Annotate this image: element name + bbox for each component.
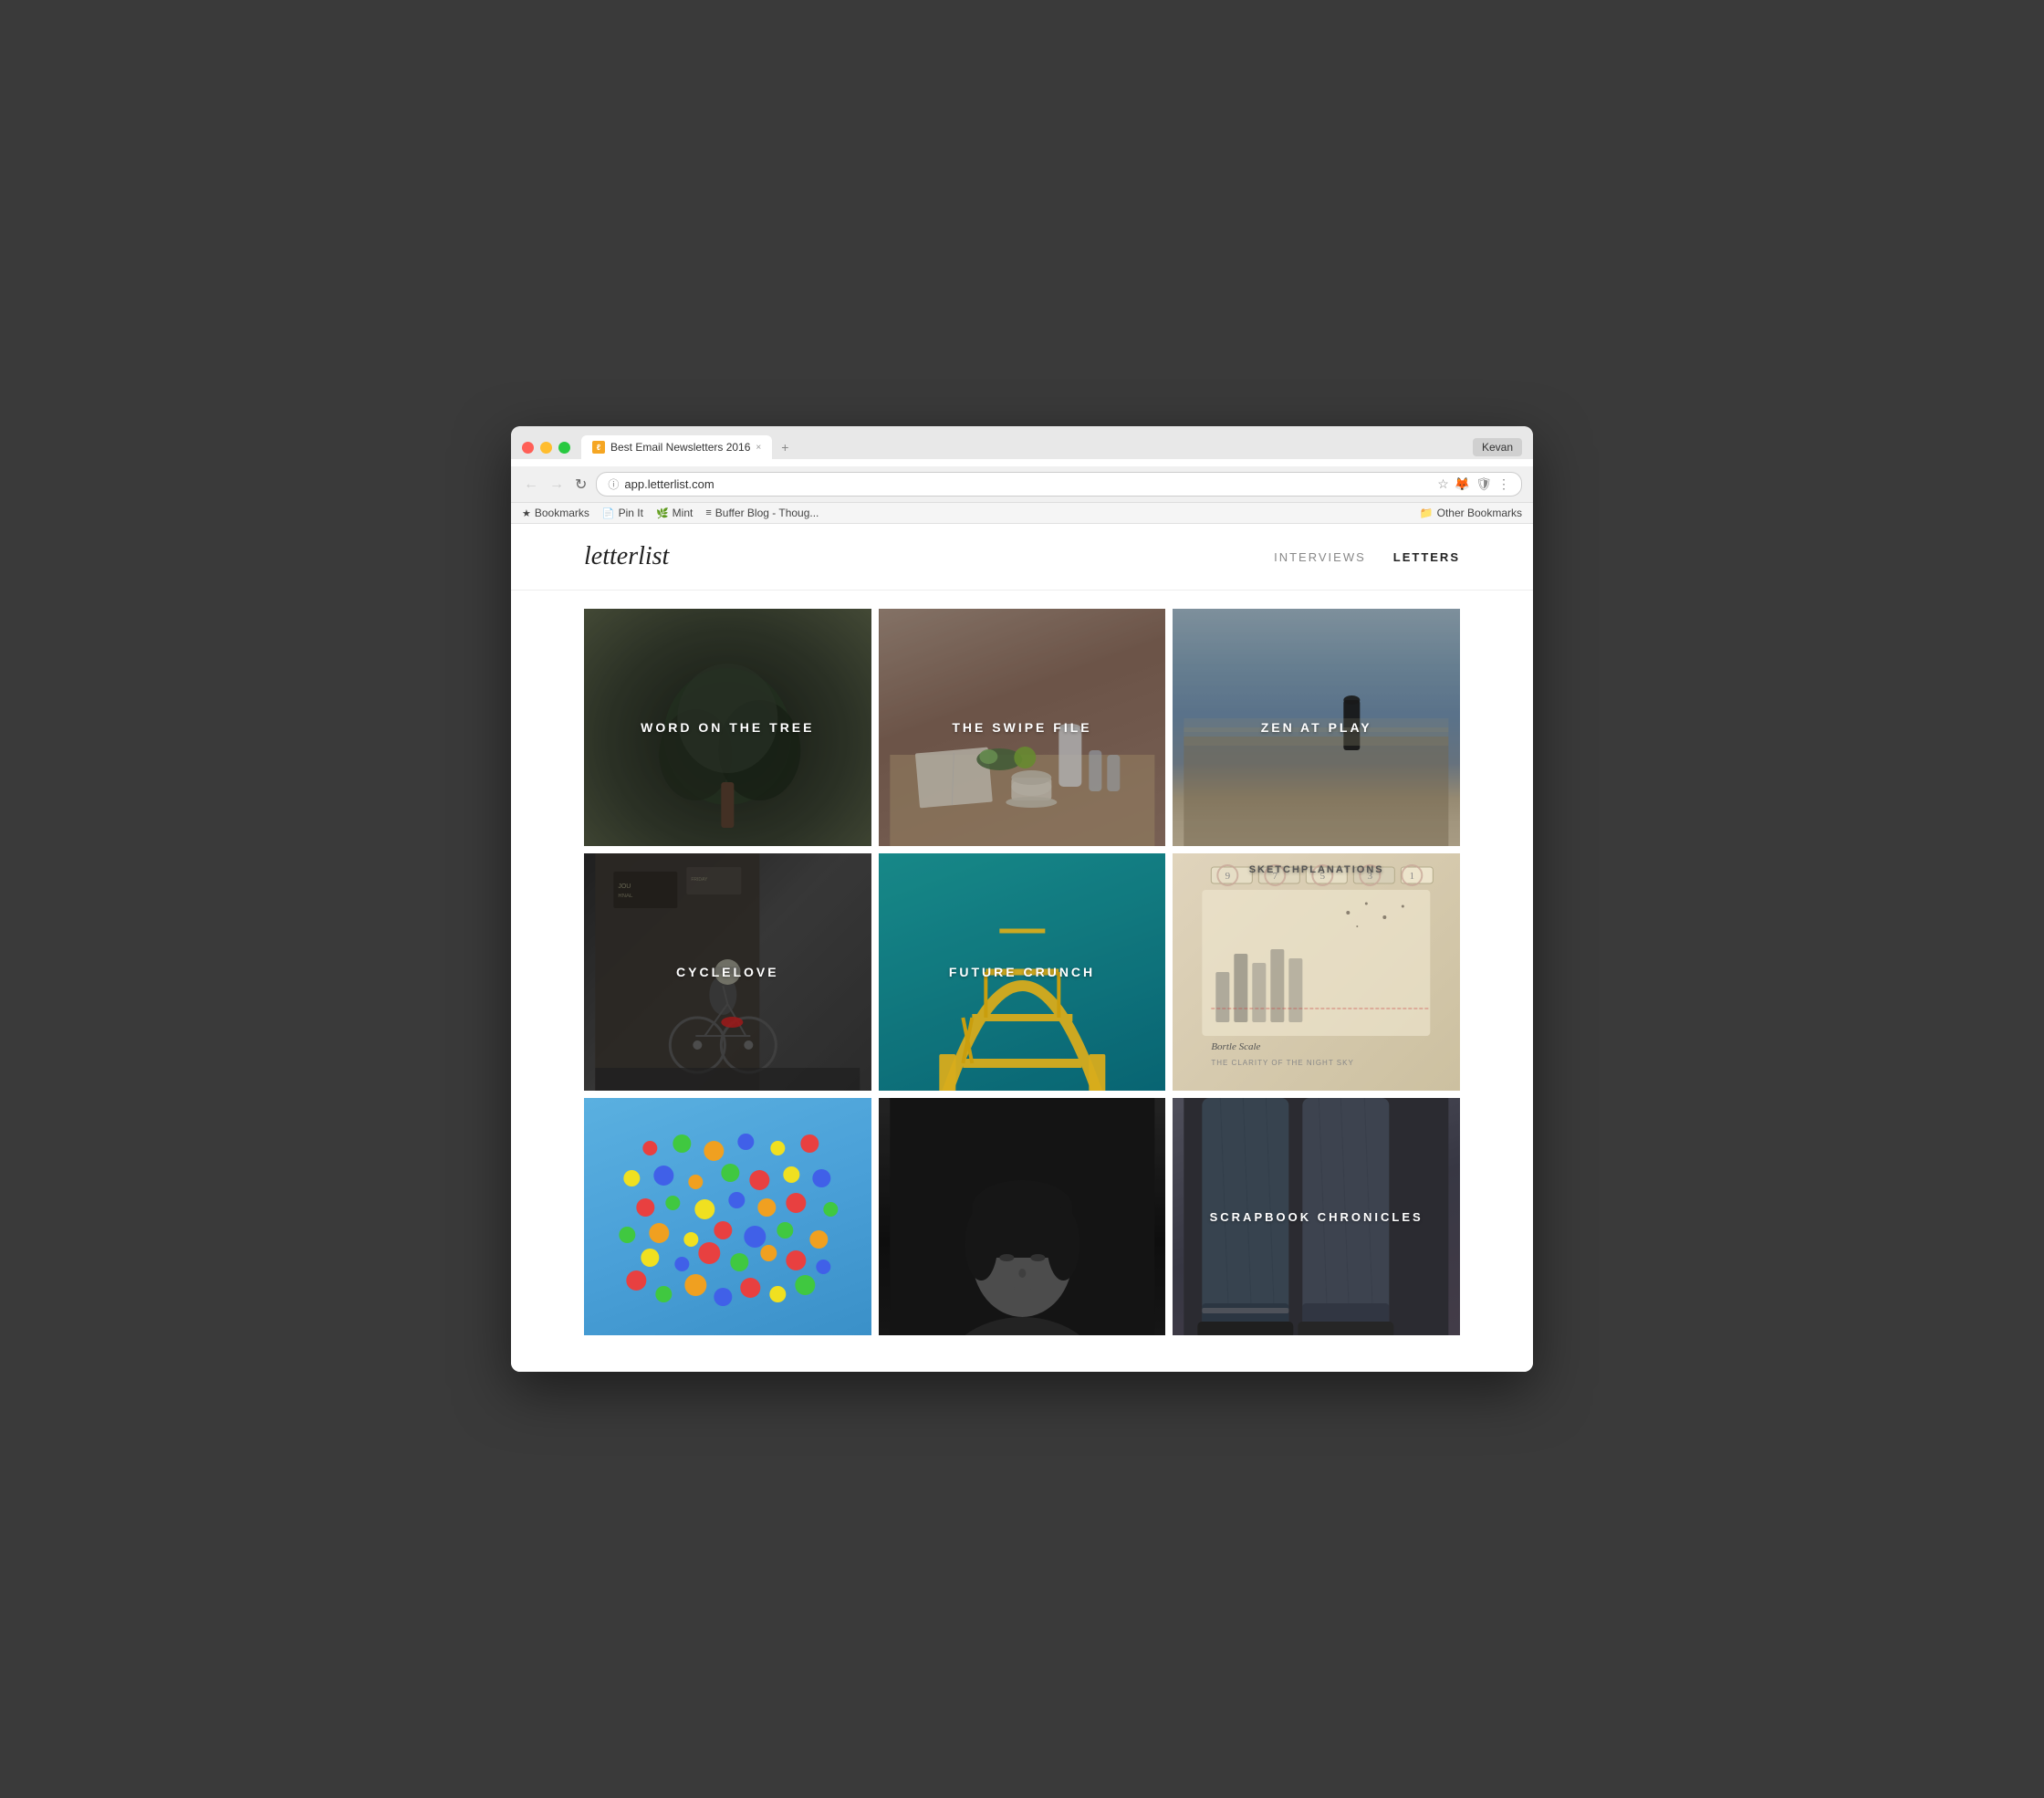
tab-favicon: ℓ [592,441,605,454]
address-action-icons: ☆ 🦊 🛡 ⋮ [1437,476,1510,492]
bookmark-label: Mint [673,507,694,519]
bookmark-pinit[interactable]: 📄 Pin It [602,507,643,519]
bookmark-label: Bookmarks [535,507,589,519]
browser-window: ℓ Best Email Newsletters 2016 × + Kevan … [511,426,1533,1372]
buffer-icon: ≡ [705,507,711,518]
menu-icon[interactable]: ⋮ [1497,476,1510,492]
new-tab-button[interactable]: + [774,436,796,458]
grid-item-overlay [879,1098,1166,1335]
grid-item-title: SKETCHPLANATIONS [1231,864,1403,875]
pinit-icon: 📄 [602,507,615,519]
nav-interviews[interactable]: INTERVIEWS [1274,550,1366,564]
title-bar: ℓ Best Email Newsletters 2016 × + Kevan [511,426,1533,459]
grid-item-swipe-file[interactable]: THE SWIPE FILE [879,609,1166,846]
grid-item-scrapbook-chronicles[interactable]: SCRAPBOOK CHRONICLES [1173,1098,1460,1335]
back-button[interactable]: ← [522,475,540,495]
grid-item-cyclelove[interactable]: JOU RNAL FRIDAY [584,853,871,1091]
window-controls [522,442,570,454]
bookmarks-bar: ★ Bookmarks 📄 Pin It 🌿 Mint ≡ Buffer Blo… [511,503,1533,524]
grid-item-zen-at-play[interactable]: ZEN AT PLAY [1173,609,1460,846]
grid-item-overlay: CYCLELOVE [584,853,871,1091]
bookmark-star-icon: ★ [522,507,531,519]
folder-icon: 📁 [1420,507,1434,519]
grid-item-future-crunch[interactable]: FUTURE CRUNCH [879,853,1166,1091]
firefox-icon[interactable]: 🦊 [1455,476,1470,492]
page-content: letterlist INTERVIEWS LETTERS [511,524,1533,1372]
grid-item-overlay: ZEN AT PLAY [1173,609,1460,846]
bookmark-bookmarks[interactable]: ★ Bookmarks [522,507,589,519]
grid-item-title: THE SWIPE FILE [933,720,1110,735]
bookmark-buffer[interactable]: ≡ Buffer Blog - Thoug... [705,507,819,519]
grid-item-overlay: SKETCHPLANATIONS [1173,853,1460,1091]
grid-item-balloons[interactable] [584,1098,871,1335]
lock-icon: ⓘ [608,476,619,492]
grid-item-portrait[interactable] [879,1098,1166,1335]
grid-item-title: FUTURE CRUNCH [931,965,1113,979]
grid-container: WORD ON THE TREE [511,591,1533,1372]
address-bar: ← → ↻ ⓘ app.letterlist.com ☆ 🦊 🛡 ⋮ [511,466,1533,503]
address-text: app.letterlist.com [624,477,714,491]
refresh-button[interactable]: ↻ [573,474,589,496]
nav-letters[interactable]: LETTERS [1393,550,1460,564]
bookmark-label: Pin It [619,507,643,519]
grid-item-overlay: SCRAPBOOK CHRONICLES [1173,1098,1460,1335]
grid-item-title: CYCLELOVE [658,965,798,979]
site-nav: INTERVIEWS LETTERS [1274,550,1460,564]
forward-button[interactable]: → [548,475,566,495]
other-bookmarks-label: Other Bookmarks [1437,507,1522,519]
grid-item-word-on-the-tree[interactable]: WORD ON THE TREE [584,609,871,846]
grid-item-overlay: FUTURE CRUNCH [879,853,1166,1091]
grid-item-overlay [584,1098,871,1335]
address-input[interactable]: ⓘ app.letterlist.com ☆ 🦊 🛡 ⋮ [596,472,1522,497]
mint-icon: 🌿 [656,507,669,519]
user-badge: Kevan [1473,438,1522,456]
tabs-area: ℓ Best Email Newsletters 2016 × + [581,435,1473,459]
minimize-button[interactable] [540,442,552,454]
grid-item-overlay: WORD ON THE TREE [584,609,871,846]
bookmark-mint[interactable]: 🌿 Mint [656,507,693,519]
tab-title: Best Email Newsletters 2016 [610,441,750,454]
active-tab[interactable]: ℓ Best Email Newsletters 2016 × [581,435,772,459]
grid-item-title: ZEN AT PLAY [1243,720,1391,735]
close-button[interactable] [522,442,534,454]
grid-item-sketchplanations[interactable]: 9 7 5 3 1 [1173,853,1460,1091]
grid-item-overlay: THE SWIPE FILE [879,609,1166,846]
site-header: letterlist INTERVIEWS LETTERS [511,524,1533,591]
bookmark-label: Buffer Blog - Thoug... [715,507,819,519]
newsletter-grid: WORD ON THE TREE [584,609,1460,1335]
maximize-button[interactable] [558,442,570,454]
grid-item-title: SCRAPBOOK CHRONICLES [1192,1210,1442,1224]
grid-item-title: WORD ON THE TREE [622,720,832,735]
site-logo[interactable]: letterlist [584,542,669,571]
tab-close-button[interactable]: × [756,443,761,453]
other-bookmarks[interactable]: 📁 Other Bookmarks [1420,507,1522,519]
bookmark-star-icon[interactable]: ☆ [1437,476,1449,492]
shield-icon[interactable]: 🛡 [1476,476,1492,492]
